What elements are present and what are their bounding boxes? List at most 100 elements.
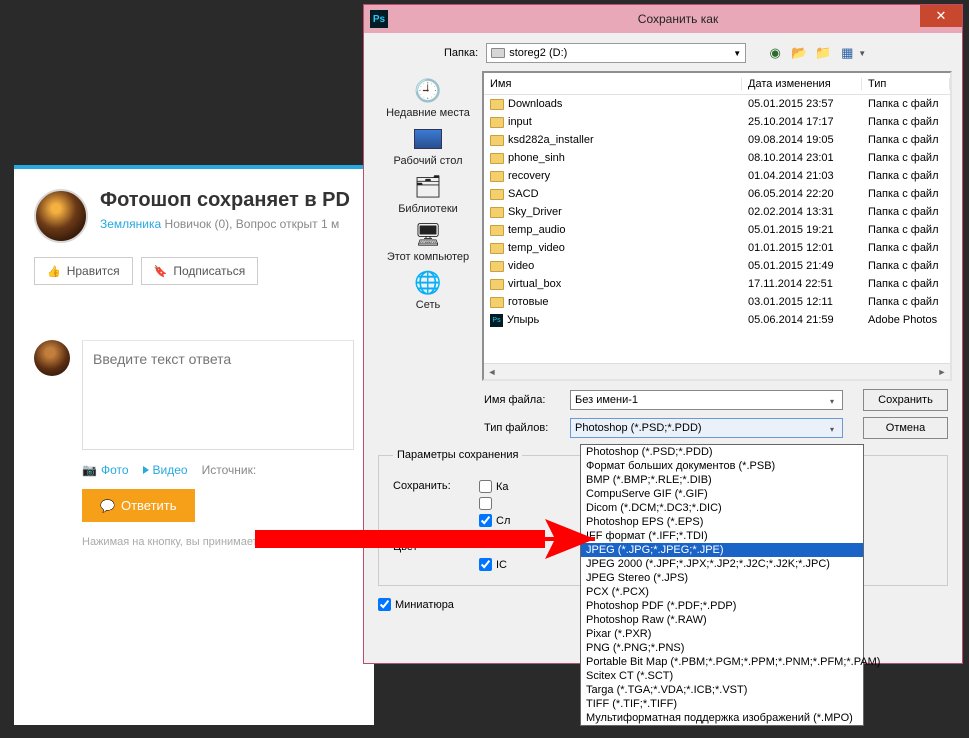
dropdown-option[interactable]: Photoshop PDF (*.PDF;*.PDP)	[581, 599, 863, 613]
place-libraries[interactable]: Библиотеки	[398, 173, 458, 215]
col-type[interactable]: Тип	[862, 78, 950, 90]
window-title: Сохранить как	[394, 12, 962, 26]
file-row[interactable]: video05.01.2015 21:49Папка с файл	[484, 257, 950, 275]
folder-icon	[490, 243, 504, 254]
file-row[interactable]: готовые03.01.2015 12:11Папка с файл	[484, 293, 950, 311]
post-header: Фотошоп сохраняет в PD Земляника Новичок…	[34, 189, 354, 243]
close-button[interactable]: ✕	[920, 5, 962, 27]
subscribe-button[interactable]: Подписаться	[141, 257, 259, 285]
dropdown-option[interactable]: CompuServe GIF (*.GIF)	[581, 487, 863, 501]
dropdown-option[interactable]: Photoshop EPS (*.EPS)	[581, 515, 863, 529]
chk-alpha[interactable]	[479, 497, 510, 510]
col-date[interactable]: Дата изменения	[742, 78, 862, 90]
file-row[interactable]: input25.10.2014 17:17Папка с файл	[484, 113, 950, 131]
network-icon	[411, 269, 445, 297]
chk-layers[interactable]: Сл	[479, 514, 510, 527]
chk-label: Сл	[496, 515, 510, 527]
disclaimer: Нажимая на кнопку, вы принимаете услови	[82, 536, 354, 548]
dropdown-option[interactable]: Targa (*.TGA;*.VDA;*.ICB;*.VST)	[581, 683, 863, 697]
dropdown-option[interactable]: PCX (*.PCX)	[581, 585, 863, 599]
add-photo-link[interactable]: Фото	[82, 463, 129, 477]
user-avatar[interactable]	[34, 340, 70, 376]
dropdown-option[interactable]: Pixar (*.PXR)	[581, 627, 863, 641]
dropdown-option[interactable]: TIFF (*.TIF;*.TIFF)	[581, 697, 863, 711]
dropdown-option[interactable]: JPEG 2000 (*.JPF;*.JPX;*.JP2;*.J2C;*.J2K…	[581, 557, 863, 571]
place-desktop[interactable]: Рабочий стол	[393, 125, 462, 167]
file-date: 05.06.2014 21:59	[742, 314, 862, 326]
folder-icon	[490, 99, 504, 110]
dropdown-option[interactable]: Мультиформатная поддержка изображений (*…	[581, 711, 863, 725]
place-computer[interactable]: Этот компьютер	[387, 221, 469, 263]
place-network[interactable]: Сеть	[411, 269, 445, 311]
cancel-button[interactable]: Отмена	[863, 417, 948, 439]
dropdown-option[interactable]: Portable Bit Map (*.PBM;*.PGM;*.PPM;*.PN…	[581, 655, 863, 669]
dropdown-option[interactable]: Photoshop Raw (*.RAW)	[581, 613, 863, 627]
file-date: 05.01.2015 19:21	[742, 224, 862, 236]
file-row[interactable]: SACD06.05.2014 22:20Папка с файл	[484, 185, 950, 203]
titlebar[interactable]: Ps Сохранить как ✕	[364, 5, 962, 33]
file-row[interactable]: Downloads05.01.2015 23:57Папка с файл	[484, 95, 950, 113]
file-row[interactable]: PsУпырь05.06.2014 21:59Adobe Photos	[484, 311, 950, 329]
filename-input[interactable]: Без имени-1▾	[570, 390, 843, 410]
scroll-right-icon[interactable]: ►	[934, 367, 950, 377]
photoshop-icon: Ps	[370, 10, 388, 28]
file-row[interactable]: recovery01.04.2014 21:03Папка с файл	[484, 167, 950, 185]
answer-button[interactable]: Ответить	[82, 489, 195, 522]
dropdown-option[interactable]: Scitex CT (*.SCT)	[581, 669, 863, 683]
chevron-down-icon[interactable]: ▾	[825, 422, 839, 436]
file-row[interactable]: virtual_box17.11.2014 22:51Папка с файл	[484, 275, 950, 293]
chk-icc[interactable]: IC	[479, 558, 507, 571]
drive-icon	[491, 48, 505, 58]
dropdown-option[interactable]: IFF формат (*.IFF;*.TDI)	[581, 529, 863, 543]
file-type: Папка с файл	[862, 242, 950, 254]
save-button[interactable]: Сохранить	[863, 389, 948, 411]
file-row[interactable]: ksd282a_installer09.08.2014 19:05Папка с…	[484, 131, 950, 149]
filetype-dropdown[interactable]: Photoshop (*.PSD;*.PDD)Формат больших до…	[580, 444, 864, 726]
file-type: Папка с файл	[862, 224, 950, 236]
new-folder-icon[interactable]: 📁	[814, 44, 832, 62]
dropdown-option[interactable]: JPEG (*.JPG;*.JPEG;*.JPE)	[581, 543, 863, 557]
dropdown-option[interactable]: Dicom (*.DCM;*.DC3;*.DIC)	[581, 501, 863, 515]
chevron-down-icon[interactable]: ▾	[825, 394, 839, 408]
dropdown-option[interactable]: BMP (*.BMP;*.RLE;*.DIB)	[581, 473, 863, 487]
file-name: recovery	[508, 170, 550, 182]
dropdown-option[interactable]: PNG (*.PNG;*.PNS)	[581, 641, 863, 655]
post-title: Фотошоп сохраняет в PD	[100, 189, 350, 212]
add-video-link[interactable]: Видео	[143, 463, 188, 477]
up-folder-icon[interactable]: 📂	[790, 44, 808, 62]
horizontal-scrollbar[interactable]: ◄►	[484, 363, 950, 379]
author-link[interactable]: Земляника	[100, 217, 161, 231]
place-recent[interactable]: Недавние места	[386, 77, 470, 119]
save-label: Сохранить:	[393, 480, 463, 492]
answer-area: Фото Видео Источник: Ответить Нажимая на…	[34, 340, 354, 548]
dropdown-option[interactable]: Photoshop (*.PSD;*.PDD)	[581, 445, 863, 459]
close-icon: ✕	[936, 8, 947, 24]
file-type: Папка с файл	[862, 260, 950, 272]
filetype-select[interactable]: Photoshop (*.PSD;*.PDD)▾	[570, 418, 843, 438]
file-type: Adobe Photos	[862, 314, 950, 326]
file-row[interactable]: Sky_Driver02.02.2014 13:31Папка с файл	[484, 203, 950, 221]
file-row[interactable]: phone_sinh08.10.2014 23:01Папка с файл	[484, 149, 950, 167]
folder-select[interactable]: storeg2 (D:) ▼	[486, 43, 746, 63]
like-button[interactable]: Нравится	[34, 257, 133, 285]
back-icon[interactable]: ◉	[766, 44, 784, 62]
chk-thumbnail[interactable]: Миниатюра	[378, 598, 454, 611]
file-name: ksd282a_installer	[508, 134, 594, 146]
chk-as-copy[interactable]: Ка	[479, 480, 510, 493]
file-name: temp_video	[508, 242, 565, 254]
dropdown-option[interactable]: Формат больших документов (*.PSB)	[581, 459, 863, 473]
file-row[interactable]: temp_audio05.01.2015 19:21Папка с файл	[484, 221, 950, 239]
scroll-left-icon[interactable]: ◄	[484, 367, 500, 377]
view-mode-icon[interactable]: ▦	[838, 44, 856, 62]
dropdown-option[interactable]: JPEG Stereo (*.JPS)	[581, 571, 863, 585]
file-list-header[interactable]: Имя Дата изменения Тип	[484, 73, 950, 95]
answer-textarea[interactable]	[82, 340, 354, 450]
file-row[interactable]: temp_video01.01.2015 12:01Папка с файл	[484, 239, 950, 257]
avatar[interactable]	[34, 189, 88, 243]
folder-icon	[490, 297, 504, 308]
post-meta: Земляника Новичок (0), Вопрос открыт 1 м	[100, 217, 350, 231]
chevron-down-icon[interactable]: ▼	[858, 49, 866, 58]
file-date: 01.04.2014 21:03	[742, 170, 862, 182]
libraries-icon	[411, 173, 445, 201]
col-name[interactable]: Имя	[484, 78, 742, 90]
